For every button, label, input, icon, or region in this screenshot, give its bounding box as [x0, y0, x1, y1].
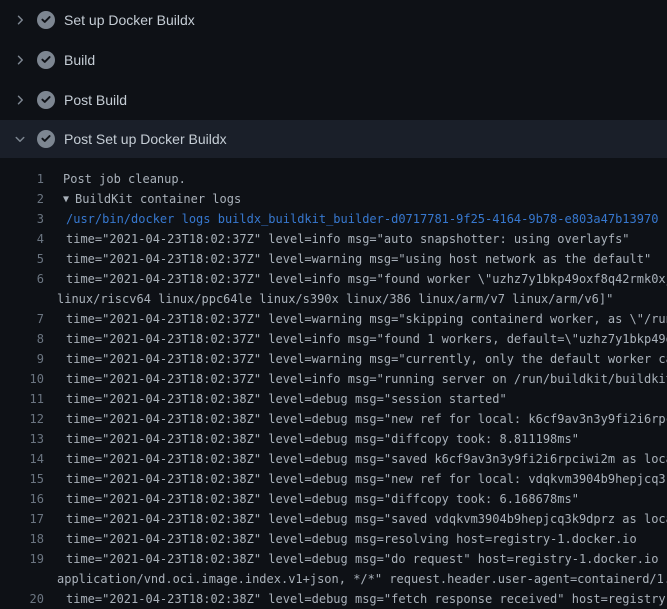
- log-text: time="2021-04-23T18:02:38Z" level=debug …: [57, 429, 579, 449]
- log-text: time="2021-04-23T18:02:37Z" level=warnin…: [57, 349, 667, 369]
- log-line: 3/usr/bin/docker logs buildx_buildkit_bu…: [0, 209, 667, 229]
- collapse-caret-icon: ▼: [63, 190, 69, 210]
- log-group-label: BuildKit container logs: [75, 192, 241, 206]
- log-line: 13 time="2021-04-23T18:02:38Z" level=debu…: [0, 429, 667, 449]
- chevron-right-icon: [12, 12, 28, 28]
- log-text: time="2021-04-23T18:02:37Z" level=info m…: [57, 369, 667, 389]
- log-line-number[interactable]: 5: [0, 249, 44, 269]
- log-line-number[interactable]: 11: [0, 389, 44, 409]
- log-line: 1 Post job cleanup.: [0, 169, 667, 189]
- log-text: time="2021-04-23T18:02:38Z" level=debug …: [57, 549, 667, 569]
- log-line-number[interactable]: 9: [0, 349, 44, 369]
- log-line-number[interactable]: 4: [0, 229, 44, 249]
- check-circle-icon: [37, 51, 55, 69]
- log-line-number[interactable]: 1: [0, 169, 44, 189]
- log-pane: 1 Post job cleanup. 2 ▼ BuildKit container l…: [0, 158, 667, 609]
- step-label: Set up Docker Buildx: [64, 12, 195, 28]
- step-section-build[interactable]: Build: [0, 40, 667, 80]
- log-line-number[interactable]: 15: [0, 469, 44, 489]
- log-line: 4 time="2021-04-23T18:02:37Z" level=info …: [0, 229, 667, 249]
- chevron-right-icon: [12, 52, 28, 68]
- log-text: time="2021-04-23T18:02:38Z" level=debug …: [57, 449, 667, 469]
- log-command-text: /usr/bin/docker logs buildx_buildkit_bui…: [57, 209, 658, 229]
- actions-log-viewer: Set up Docker Buildx Build Post Build Post …: [0, 0, 667, 609]
- step-section-set-up-docker-buildx[interactable]: Set up Docker Buildx: [0, 0, 667, 40]
- log-text: application/vnd.oci.image.index.v1+json,…: [57, 569, 667, 589]
- log-text: time="2021-04-23T18:02:38Z" level=debug …: [57, 589, 667, 609]
- log-line-number[interactable]: 20: [0, 589, 44, 609]
- log-line-number: [0, 569, 44, 589]
- log-line-number[interactable]: 17: [0, 509, 44, 529]
- log-line: 15 time="2021-04-23T18:02:38Z" level=debu…: [0, 469, 667, 489]
- log-line: 14 time="2021-04-23T18:02:38Z" level=debu…: [0, 449, 667, 469]
- log-line: 20 time="2021-04-23T18:02:38Z" level=debu…: [0, 589, 667, 609]
- step-label: Post Build: [64, 92, 127, 108]
- log-line: 6 time="2021-04-23T18:02:37Z" level=info …: [0, 269, 667, 289]
- log-line-number[interactable]: 7: [0, 309, 44, 329]
- log-line: 8 time="2021-04-23T18:02:37Z" level=info …: [0, 329, 667, 349]
- log-text: time="2021-04-23T18:02:38Z" level=debug …: [57, 469, 667, 489]
- log-text: time="2021-04-23T18:02:37Z" level=info m…: [57, 229, 630, 249]
- log-text: time="2021-04-23T18:02:37Z" level=warnin…: [57, 249, 651, 269]
- log-line: 18 time="2021-04-23T18:02:38Z" level=debu…: [0, 529, 667, 549]
- log-text: time="2021-04-23T18:02:38Z" level=debug …: [57, 409, 667, 429]
- log-text: time="2021-04-23T18:02:37Z" level=warnin…: [57, 309, 667, 329]
- log-line: 11 time="2021-04-23T18:02:38Z" level=debu…: [0, 389, 667, 409]
- log-line: 9 time="2021-04-23T18:02:37Z" level=warni…: [0, 349, 667, 369]
- step-label: Post Set up Docker Buildx: [64, 131, 227, 147]
- log-line: 2 ▼ BuildKit container logs: [0, 189, 667, 209]
- chevron-right-icon: [12, 92, 28, 108]
- log-text: linux/riscv64 linux/ppc64le linux/s390x …: [57, 289, 613, 309]
- log-line-number[interactable]: 13: [0, 429, 44, 449]
- log-line-number[interactable]: 19: [0, 549, 44, 569]
- step-label: Build: [64, 52, 95, 68]
- log-line: 16 time="2021-04-23T18:02:38Z" level=debu…: [0, 489, 667, 509]
- log-line-number[interactable]: 10: [0, 369, 44, 389]
- log-line-number[interactable]: 6: [0, 269, 44, 289]
- log-text: time="2021-04-23T18:02:38Z" level=debug …: [57, 389, 507, 409]
- log-line-number[interactable]: 8: [0, 329, 44, 349]
- log-line-number[interactable]: 18: [0, 529, 44, 549]
- log-line: 12 time="2021-04-23T18:02:38Z" level=debu…: [0, 409, 667, 429]
- log-line-number: [0, 289, 44, 309]
- log-line: 10 time="2021-04-23T18:02:37Z" level=info…: [0, 369, 667, 389]
- log-line: 19 time="2021-04-23T18:02:38Z" level=debu…: [0, 549, 667, 569]
- log-line-number[interactable]: 12: [0, 409, 44, 429]
- log-text: Post job cleanup.: [57, 169, 186, 189]
- log-line: 7 time="2021-04-23T18:02:37Z" level=warni…: [0, 309, 667, 329]
- log-line-continuation: application/vnd.oci.image.index.v1+json,…: [0, 569, 667, 589]
- log-line-number[interactable]: 16: [0, 489, 44, 509]
- log-line-number[interactable]: 3: [0, 209, 44, 229]
- log-line-number[interactable]: 2: [0, 189, 44, 209]
- check-circle-icon: [37, 130, 55, 148]
- log-text: time="2021-04-23T18:02:37Z" level=info m…: [57, 269, 667, 289]
- log-line: 17 time="2021-04-23T18:02:38Z" level=debu…: [0, 509, 667, 529]
- log-line: 5 time="2021-04-23T18:02:37Z" level=warni…: [0, 249, 667, 269]
- check-circle-icon: [37, 11, 55, 29]
- check-circle-icon: [37, 91, 55, 109]
- log-group-toggle[interactable]: ▼ BuildKit container logs: [57, 189, 241, 209]
- log-text: time="2021-04-23T18:02:38Z" level=debug …: [57, 489, 579, 509]
- step-section-post-build[interactable]: Post Build: [0, 80, 667, 120]
- log-text: time="2021-04-23T18:02:38Z" level=debug …: [57, 509, 667, 529]
- step-section-post-set-up-docker-buildx[interactable]: Post Set up Docker Buildx: [0, 120, 667, 158]
- log-text: time="2021-04-23T18:02:38Z" level=debug …: [57, 529, 637, 549]
- log-text: time="2021-04-23T18:02:37Z" level=info m…: [57, 329, 667, 349]
- log-line-continuation: linux/riscv64 linux/ppc64le linux/s390x …: [0, 289, 667, 309]
- chevron-down-icon: [12, 131, 28, 147]
- log-line-number[interactable]: 14: [0, 449, 44, 469]
